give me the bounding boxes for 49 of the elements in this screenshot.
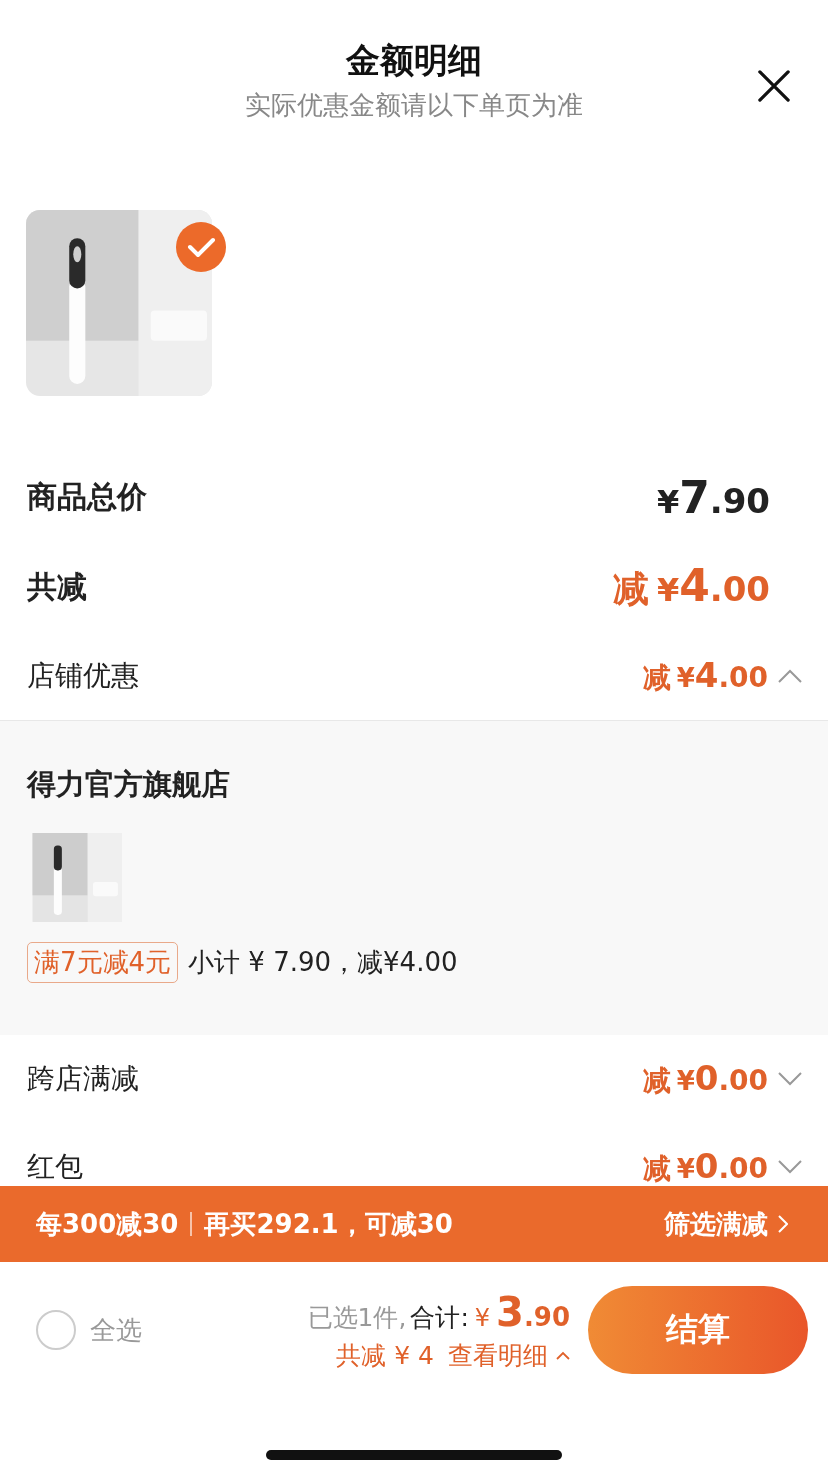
store-name: 得力官方旗舰店 — [27, 766, 230, 803]
total-integer: 3 — [496, 1288, 524, 1335]
currency-sign: ¥ — [474, 1303, 491, 1332]
amount-decimal: .00 — [718, 1064, 768, 1097]
select-all-label[interactable]: 全选 — [90, 1312, 142, 1348]
sheet-title: 金额明细 — [346, 39, 482, 82]
promo-rule: 每300减30 — [36, 1207, 179, 1241]
amount-prefix: 减 — [642, 1063, 671, 1099]
currency-sign: ¥ — [656, 482, 680, 521]
chevron-up-icon[interactable] — [778, 669, 802, 683]
checkout-button[interactable]: 结算 — [588, 1286, 808, 1374]
chevron-down-icon[interactable] — [778, 1072, 802, 1086]
selected-count: 已选1件, — [307, 1301, 407, 1334]
amount-integer: 0 — [694, 1146, 719, 1186]
amount-prefix: 减 — [642, 1151, 671, 1186]
total-decimal: .90 — [523, 1301, 570, 1332]
details-link[interactable]: 查看明细 — [448, 1338, 548, 1372]
subtotal-text: 小计 ¥ 7.90，减¥4.00 — [188, 946, 458, 979]
filter-link[interactable]: 筛选满减 — [664, 1206, 768, 1242]
promo-tag: 满7元减4元 — [27, 942, 179, 983]
chevron-up-icon[interactable] — [556, 1350, 570, 1360]
discount-label[interactable]: 跨店满减 — [27, 1060, 139, 1098]
summary-label: 共减 — [27, 567, 87, 606]
amount-decimal: .00 — [709, 569, 770, 609]
discount-label[interactable]: 红包 — [27, 1148, 83, 1186]
discount-label[interactable]: 店铺优惠 — [27, 657, 139, 695]
chevron-down-icon[interactable] — [778, 1160, 802, 1174]
amount-integer: 7 — [679, 471, 710, 523]
promo-hint: 再买292.1，可减30 — [204, 1207, 453, 1241]
amount-prefix: 减 — [612, 567, 649, 611]
summary-label: 商品总价 — [27, 477, 147, 516]
amount-decimal: .90 — [709, 480, 770, 521]
close-icon[interactable] — [758, 70, 790, 102]
amount-prefix: 减 — [642, 660, 671, 696]
amount-integer: 4 — [679, 560, 710, 611]
currency-sign: ¥ — [676, 663, 695, 693]
total-label: 合计: — [410, 1301, 469, 1334]
amount-integer: 4 — [694, 655, 719, 695]
select-all-radio[interactable] — [36, 1310, 76, 1350]
amount-decimal: .00 — [718, 661, 768, 694]
chevron-right-icon[interactable] — [778, 1215, 788, 1233]
currency-sign: ¥ — [656, 571, 680, 609]
check-icon[interactable] — [176, 222, 226, 272]
sheet-subtitle: 实际优惠金额请以下单页为准 — [245, 89, 583, 122]
currency-sign: ¥ — [676, 1154, 695, 1184]
amount-integer: 0 — [694, 1058, 719, 1098]
amount-decimal: .00 — [718, 1152, 768, 1185]
currency-sign: ¥ — [676, 1066, 695, 1096]
savings-text: 共减 ¥ 4 — [336, 1339, 434, 1372]
